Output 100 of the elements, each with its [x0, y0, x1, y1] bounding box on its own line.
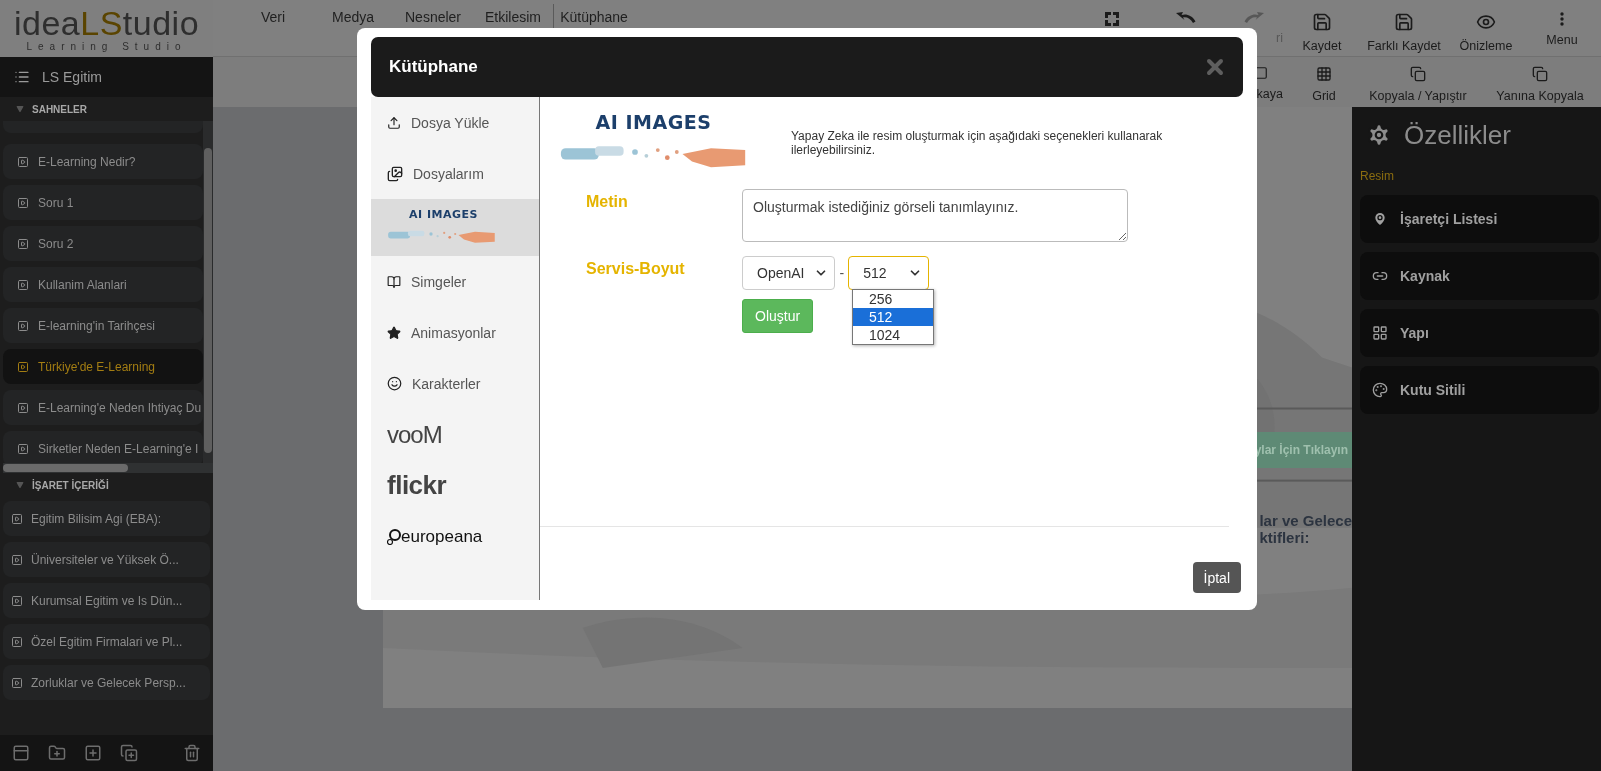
dialog-title: Kütüphane [389, 57, 478, 77]
grid-icon [1372, 325, 1388, 341]
prompt-field[interactable]: Oluşturmak istediğiniz görseli tanımlayınız. [742, 188, 1128, 242]
slide-heading: lar ve Gelece ktifleri: [1259, 512, 1352, 546]
project-title: LS Egitim [42, 69, 102, 85]
separator: - [839, 264, 845, 281]
duplicate-icon[interactable] [120, 744, 138, 762]
create-button[interactable]: Oluştur [742, 298, 814, 333]
menu-item[interactable]: Medya [313, 8, 393, 25]
menu-item[interactable]: Kütüphane [554, 8, 634, 25]
scene-item[interactable]: Kullanim Alanlari [3, 267, 203, 302]
property-item[interactable]: İşaretçi Listesi [1360, 195, 1599, 243]
property-item[interactable]: Kaynak [1360, 252, 1599, 300]
nav-item[interactable]: europeana [371, 511, 539, 562]
book-icon [387, 274, 401, 289]
toolbar-button[interactable]: Farklı Kaydet [1359, 3, 1449, 53]
map-pin-icon [1372, 211, 1388, 227]
face-icon [387, 376, 402, 391]
marker-item[interactable]: Kurumsal Egitim ve Is Dün... [3, 583, 210, 618]
scene-item[interactable]: E-Learning'e Neden Ihtiyaç Du [3, 390, 203, 425]
copy-icon [1410, 66, 1426, 82]
scene-item[interactable]: Soru 1 [3, 185, 203, 220]
property-item[interactable]: Kutu Sitili [1360, 366, 1599, 414]
star-icon [387, 325, 401, 340]
section-title: İŞARET İÇERİĞİ [32, 479, 109, 491]
scene-item[interactable]: Soru 2 [3, 226, 203, 261]
scene-item[interactable]: Sirketler Neden E-Learning'e I [3, 431, 203, 463]
property-item[interactable]: Yapı [1360, 309, 1599, 357]
field-label: Servis-Boyut [585, 258, 686, 279]
palette-icon [1372, 382, 1388, 398]
play-icon [17, 319, 29, 332]
cancel-button[interactable]: İptal [1192, 562, 1241, 593]
dropdown-option[interactable]: 256 [853, 289, 933, 308]
play-icon [17, 196, 29, 209]
caret-icon [16, 481, 24, 489]
menu-item[interactable]: Etkilesim [473, 8, 553, 25]
play-icon [11, 635, 23, 648]
toolbar-button[interactable]: Menu [1523, 3, 1601, 53]
play-icon [17, 360, 29, 373]
trash-icon[interactable] [183, 744, 201, 762]
section-label: Resim [1360, 168, 1395, 185]
play-icon [11, 676, 23, 689]
play-icon [11, 553, 23, 566]
toolbar-button[interactable]: Yanına Kopyala [1479, 57, 1601, 107]
nav-item[interactable]: Dosyalarım [371, 148, 539, 199]
upload-icon [387, 115, 401, 130]
scrollbar-thumb[interactable] [3, 464, 128, 472]
play-icon [17, 442, 29, 455]
circles-icon [387, 528, 401, 545]
images-icon [387, 165, 403, 182]
scene-item[interactable]: E-Learning Nedir? [3, 144, 203, 179]
toolbar-button[interactable]: Kopyala / Yapıştır [1357, 57, 1479, 107]
nav-item[interactable]: AI IMAGES [371, 199, 539, 256]
save-icon [1312, 12, 1332, 32]
toolbar-button[interactable]: Grid [1291, 57, 1357, 107]
menu-item[interactable]: Veri [233, 8, 313, 25]
nav-item[interactable]: flickr [371, 460, 539, 511]
undo-icon [1176, 12, 1196, 24]
panel-icon[interactable] [12, 744, 30, 762]
play-icon [11, 512, 23, 525]
folder-add-icon[interactable] [48, 744, 66, 762]
marker-item[interactable]: Üniversiteler ve Yüksek Ö... [3, 542, 210, 577]
service-select[interactable]: OpenAI [742, 255, 836, 290]
scrollbar-thumb[interactable] [204, 148, 212, 453]
size-select[interactable]: 512 [848, 255, 930, 290]
scrollbar[interactable] [203, 121, 213, 463]
scene-item[interactable]: Türkiye'de E-Learning [3, 349, 203, 384]
banner-title: AI IMAGES [595, 111, 712, 133]
add-icon[interactable] [84, 744, 102, 762]
play-icon [17, 237, 29, 250]
panel-title: Özellikler [1404, 119, 1511, 151]
copy-icon [1532, 66, 1548, 82]
section-title: SAHNELER [32, 103, 87, 115]
redo-icon [1244, 12, 1264, 24]
scrollbar[interactable] [3, 463, 213, 473]
intro-text: Yapay Zeka ile resim oluşturmak için aşağıdaki seçenekleri kullanarak ilerleyebilirsiniz. [791, 128, 1164, 157]
toolbar-button[interactable]: Önizleme [1449, 3, 1523, 53]
nav-item[interactable]: Dosya Yükle [371, 97, 539, 148]
caret-icon [16, 105, 24, 113]
fullscreen-icon [1105, 12, 1119, 26]
menu-icon [1560, 12, 1564, 26]
nav-item[interactable]: Simgeler [371, 256, 539, 307]
nav-item[interactable]: Karakterler [371, 358, 539, 409]
marker-item[interactable]: Zorluklar ve Gelecek Persp... [3, 665, 210, 700]
play-icon [17, 401, 29, 414]
nav-item[interactable]: Animasyonlar [371, 307, 539, 358]
marker-item[interactable]: Özel Egitim Firmalari ve Pl... [3, 624, 210, 659]
play-icon [11, 594, 23, 607]
menu-item[interactable]: Nesneler [393, 8, 473, 25]
play-icon [17, 155, 29, 168]
save-icon [1394, 12, 1414, 32]
eye-icon [1476, 12, 1496, 32]
scene-item[interactable]: E-learning'in Tarihçesi [3, 308, 203, 343]
field-label: Metin [585, 191, 629, 212]
list-icon [14, 69, 30, 85]
toolbar-button[interactable]: Kaydet [1285, 3, 1359, 53]
play-icon [17, 278, 29, 291]
marker-item[interactable]: Egitim Bilisim Agi (EBA): [3, 501, 210, 536]
grid-icon [1316, 66, 1332, 82]
nav-item[interactable]: vooM [371, 409, 539, 460]
